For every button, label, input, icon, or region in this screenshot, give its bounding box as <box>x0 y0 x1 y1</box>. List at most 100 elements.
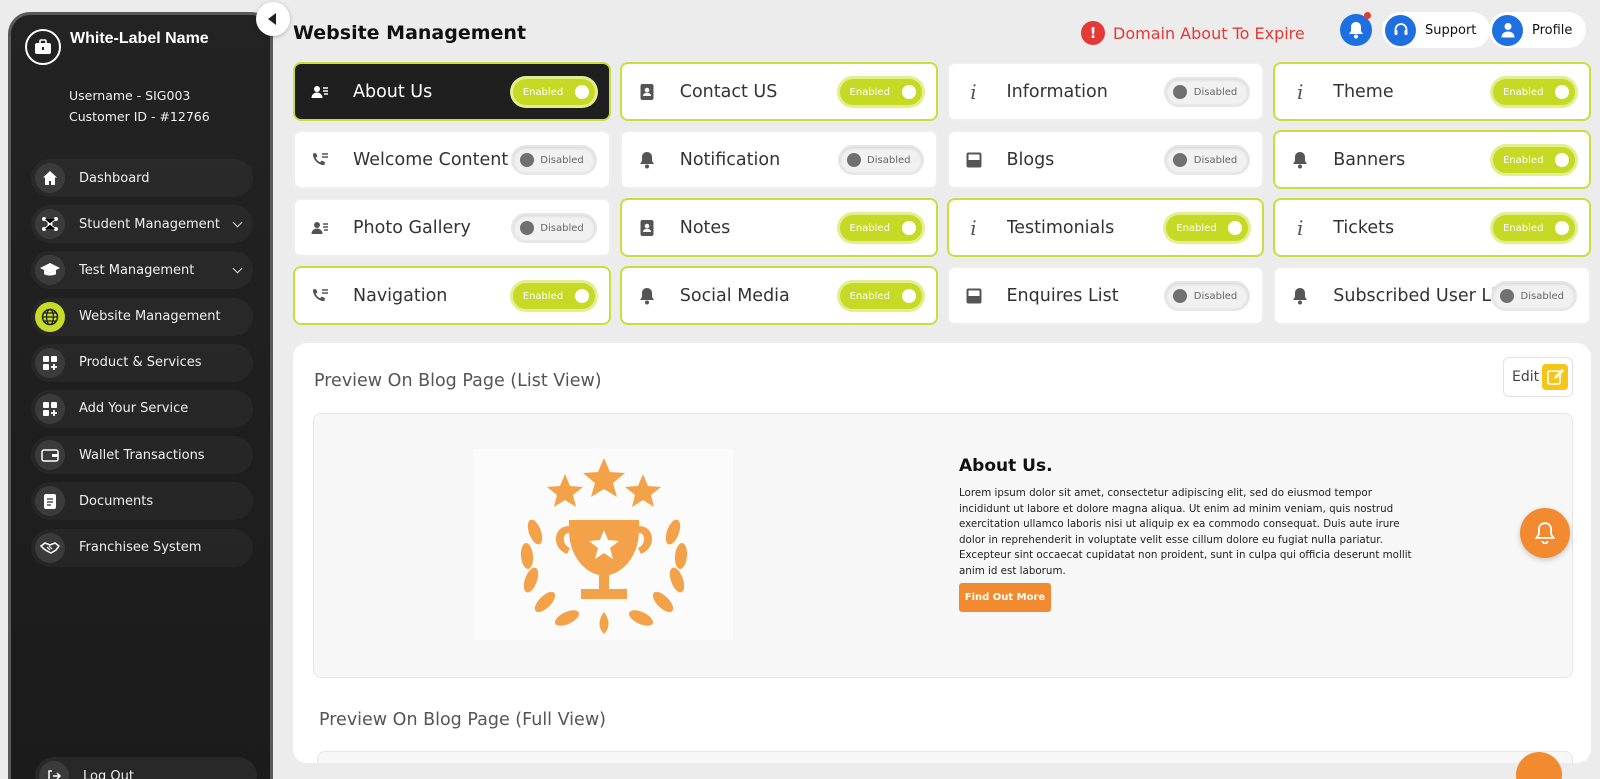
module-toggle[interactable]: Disabled <box>1166 147 1249 173</box>
module-label: Photo Gallery <box>353 217 471 238</box>
module-card-banners[interactable]: Banners Enabled <box>1273 130 1591 189</box>
toggle-knob <box>519 153 534 167</box>
edit-button[interactable]: Edit <box>1503 357 1573 397</box>
module-card-photo-gallery[interactable]: Photo Gallery Disabled <box>293 198 611 257</box>
sidebar-item-franchisee-system[interactable]: Franchisee System <box>31 528 253 567</box>
sidebar-item-dashboard[interactable]: Dashboard <box>31 159 253 197</box>
headset-icon <box>1385 14 1416 46</box>
module-toggle[interactable]: Disabled <box>1166 79 1249 105</box>
sidebar-item-wallet-transactions[interactable]: Wallet Transactions <box>31 436 253 475</box>
module-card-theme[interactable]: i Theme Enabled <box>1273 62 1591 121</box>
module-toggle[interactable]: Enabled <box>839 79 922 105</box>
profile-button[interactable]: Profile <box>1489 12 1587 48</box>
home-icon <box>35 163 65 193</box>
module-card-contact-us[interactable]: Contact US Enabled <box>619 62 938 121</box>
sidebar-item-test-management[interactable]: Test Management <box>31 251 253 290</box>
info-icon: i <box>1297 215 1304 240</box>
module-toggle[interactable]: Enabled <box>1493 215 1575 241</box>
caret-left-icon <box>268 13 276 25</box>
module-card-information[interactable]: i Information Disabled <box>946 62 1265 121</box>
module-toggle[interactable]: Disabled <box>1493 283 1575 309</box>
module-card-about-us[interactable]: About Us Enabled <box>293 62 611 121</box>
edit-label: Edit <box>1512 369 1540 385</box>
toggle-knob <box>901 289 916 303</box>
module-card-social-media[interactable]: Social Media Enabled <box>619 266 938 325</box>
module-card-subscribed-user-lis[interactable]: Subscribed User Lis Disabled <box>1273 266 1591 325</box>
module-toggle[interactable]: Enabled <box>839 283 922 309</box>
module-toggle[interactable]: Enabled <box>1493 147 1575 173</box>
find-out-more-button[interactable]: Find Out More <box>959 583 1051 612</box>
page-title: Website Management <box>293 22 527 44</box>
module-card-navigation[interactable]: Navigation Enabled <box>293 266 611 325</box>
module-card-blogs[interactable]: Blogs Disabled <box>946 130 1265 189</box>
address-book-icon <box>636 217 658 239</box>
preview-title: Preview On Blog Page (List View) <box>314 371 602 391</box>
domain-alert[interactable]: ! Domain About To Expire <box>1081 21 1305 45</box>
module-toggle[interactable]: Enabled <box>839 215 922 241</box>
toggle-knob <box>519 221 534 235</box>
bell-icon <box>1535 522 1555 544</box>
module-label: Notification <box>679 149 781 170</box>
bell-icon <box>1349 22 1363 39</box>
sidebar-collapse-button[interactable] <box>256 2 290 36</box>
sidebar-item-website-management[interactable]: Website Management <box>31 297 253 336</box>
full-view-title: Preview On Blog Page (Full View) <box>319 710 606 730</box>
phone-icon <box>309 285 331 307</box>
module-card-notes[interactable]: Notes Enabled <box>619 198 938 257</box>
toggle-status: Enabled <box>522 290 564 302</box>
module-toggle[interactable]: Enabled <box>512 79 595 105</box>
module-card-notification[interactable]: Notification Disabled <box>619 130 938 189</box>
module-card-tickets[interactable]: i Tickets Enabled <box>1273 198 1591 257</box>
address-book-icon <box>636 81 658 103</box>
toggle-status: Disabled <box>1193 86 1238 98</box>
module-toggle[interactable]: Disabled <box>839 147 922 173</box>
sidebar-item-product-services[interactable]: Product & Services <box>31 343 253 382</box>
brand: White-Label Name <box>25 29 210 65</box>
sidebar-item-documents[interactable]: Documents <box>31 482 253 521</box>
module-card-testimonials[interactable]: i Testimonials Enabled <box>946 198 1265 257</box>
module-label: Notes <box>679 217 731 238</box>
module-toggle[interactable]: Disabled <box>512 215 595 241</box>
module-toggle[interactable]: Disabled <box>1166 283 1249 309</box>
module-toggle[interactable]: Enabled <box>1166 215 1249 241</box>
notifications-button[interactable] <box>1340 12 1372 46</box>
toggle-status: Enabled <box>1503 154 1544 166</box>
edit-icon <box>1542 364 1568 390</box>
toggle-status: Disabled <box>540 154 584 166</box>
toggle-status: Enabled <box>849 86 890 98</box>
toggle-knob <box>1173 153 1188 167</box>
grid-plus-icon <box>35 347 65 378</box>
module-label: Contact US <box>679 81 778 102</box>
sidebar-item-label: Add Your Service <box>79 401 189 417</box>
toggle-knob <box>901 85 916 99</box>
module-label: Welcome Content <box>353 149 509 170</box>
module-toggle[interactable]: Disabled <box>512 147 595 173</box>
logout-button[interactable]: Log Out <box>35 757 257 779</box>
chevron-down-icon <box>232 263 243 274</box>
sidebar-item-student-management[interactable]: Student Management <box>31 205 253 244</box>
module-toggle[interactable]: Enabled <box>512 283 595 309</box>
sidebar-item-label: Franchisee System <box>79 540 202 555</box>
module-card-welcome-content[interactable]: Welcome Content Disabled <box>293 130 611 189</box>
sidebar-item-add-your-service[interactable]: Add Your Service <box>31 389 253 428</box>
wallet-icon <box>35 440 65 471</box>
toggle-status: Enabled <box>1503 222 1544 234</box>
grid-plus-icon <box>35 393 65 424</box>
support-button[interactable]: Support <box>1382 12 1491 48</box>
module-toggle[interactable]: Enabled <box>1493 79 1575 105</box>
blog-full-preview <box>317 751 1573 763</box>
floating-notification-button[interactable] <box>1520 508 1570 558</box>
logout-label: Log Out <box>83 768 134 779</box>
toggle-knob <box>846 153 861 167</box>
profile-label: Profile <box>1532 22 1573 38</box>
bell-icon <box>636 149 658 171</box>
module-label: Testimonials <box>1006 217 1115 238</box>
toggle-knob <box>1228 221 1243 235</box>
toggle-status: Enabled <box>522 86 564 98</box>
toggle-knob <box>1500 289 1514 303</box>
module-card-enquires-list[interactable]: Enquires List Disabled <box>946 266 1265 325</box>
chevron-down-icon <box>232 217 243 228</box>
toggle-status: Disabled <box>1520 290 1564 302</box>
users-network-icon <box>35 209 65 240</box>
user-info: Username - SIG003 Customer ID - #12766 <box>69 85 210 127</box>
